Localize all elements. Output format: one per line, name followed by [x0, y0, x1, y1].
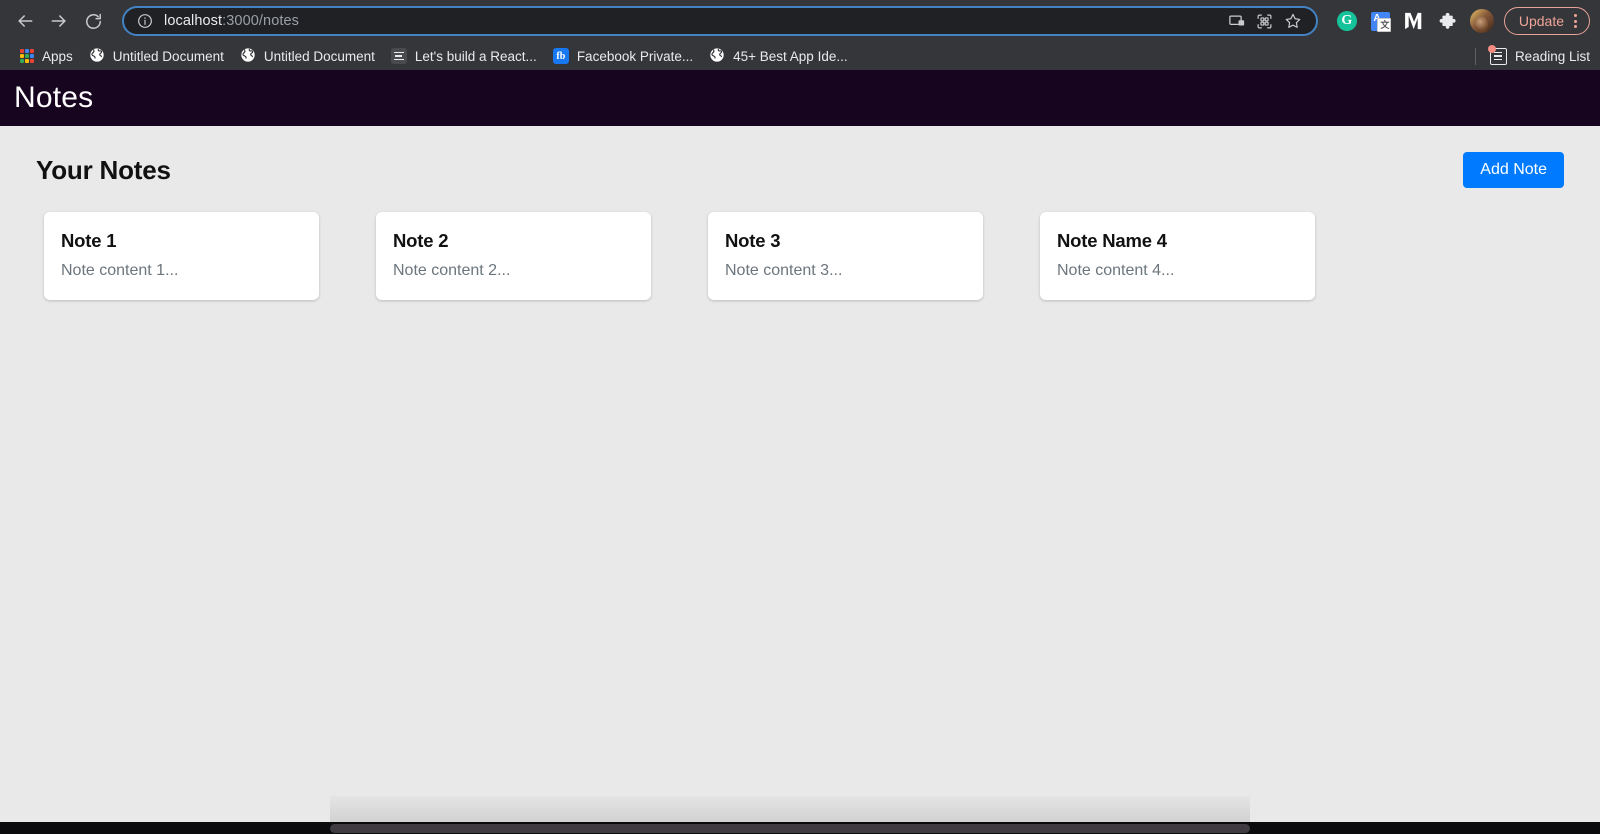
scrollbar-thumb[interactable] [330, 824, 1250, 833]
browser-window: localhost:3000/notes [0, 0, 1600, 834]
chrome-menu-icon[interactable] [1570, 14, 1581, 28]
apps-grid-icon [20, 49, 34, 63]
globe-icon [709, 47, 725, 66]
bookmark-label: Untitled Document [113, 49, 224, 64]
note-card[interactable]: Note 1 Note content 1... [44, 212, 319, 300]
note-title: Note 1 [61, 230, 302, 252]
facebook-icon: fb [553, 48, 569, 64]
app-title: Notes [14, 81, 93, 115]
note-title: Note Name 4 [1057, 230, 1298, 252]
info-circle-icon[interactable] [136, 12, 154, 30]
reload-icon [84, 12, 103, 31]
page-header-row: Your Notes Add Note [36, 148, 1564, 192]
arrow-right-icon [49, 11, 69, 31]
avatar[interactable] [1470, 9, 1494, 33]
reading-list-badge [1488, 45, 1496, 53]
note-card[interactable]: Note 2 Note content 2... [376, 212, 651, 300]
gtranslate-glyph: 文A [1371, 12, 1390, 31]
bookmark-item-lets-build-a-react[interactable]: Let's build a React... [383, 45, 545, 67]
arrow-left-icon [15, 11, 35, 31]
cast-icon[interactable] [1224, 8, 1250, 34]
bookmarks-bar: Apps Untitled Document Untitled Docu [0, 42, 1600, 70]
extensions-puzzle-icon[interactable] [1434, 6, 1464, 36]
note-title: Note 3 [725, 230, 966, 252]
app-header: Notes [0, 70, 1600, 126]
bookmark-item-untitled-document-2[interactable]: Untitled Document [232, 44, 383, 69]
puzzle-glyph [1439, 11, 1459, 31]
reading-list-icon [1490, 48, 1507, 65]
bookmark-label: Apps [42, 49, 73, 64]
medium-glyph [1404, 12, 1426, 30]
add-note-button[interactable]: Add Note [1463, 152, 1564, 188]
bookmark-label: Let's build a React... [415, 49, 537, 64]
bookmark-item-apps[interactable]: Apps [12, 46, 81, 67]
reading-list-label: Reading List [1515, 49, 1590, 64]
address-bar[interactable]: localhost:3000/notes [122, 6, 1318, 36]
url-host: localhost [164, 13, 222, 29]
bookmark-star-icon[interactable] [1280, 8, 1306, 34]
note-content: Note content 3... [725, 262, 966, 280]
page-bottom-shadow [330, 796, 1250, 822]
url-text: localhost:3000/notes [164, 13, 1218, 29]
medium-extension-icon[interactable] [1400, 6, 1430, 36]
bookmark-item-45-best-app-ideas[interactable]: 45+ Best App Ide... [701, 44, 855, 69]
grammarly-glyph: G [1337, 11, 1357, 31]
page-viewport: Notes Your Notes Add Note Note 1 Note co… [0, 70, 1600, 834]
grammarly-extension-icon[interactable]: G [1332, 6, 1362, 36]
note-content: Note content 4... [1057, 262, 1298, 280]
reload-button[interactable] [76, 4, 110, 38]
note-card[interactable]: Note 3 Note content 3... [708, 212, 983, 300]
gtranslate-sub-glyph: 文 [1380, 18, 1389, 31]
bookmark-label: Untitled Document [264, 49, 375, 64]
notes-list: Note 1 Note content 1... Note 2 Note con… [36, 212, 1564, 300]
page-content: Your Notes Add Note Note 1 Note content … [0, 126, 1600, 300]
note-title: Note 2 [393, 230, 634, 252]
bookmark-label: 45+ Best App Ide... [733, 49, 847, 64]
forward-button[interactable] [42, 4, 76, 38]
horizontal-scrollbar[interactable] [0, 822, 1600, 834]
back-button[interactable] [8, 4, 42, 38]
update-button[interactable]: Update [1504, 7, 1590, 35]
globe-icon [89, 47, 105, 66]
page-title: Your Notes [36, 155, 171, 186]
note-content: Note content 2... [393, 262, 634, 280]
qr-code-icon[interactable] [1252, 8, 1278, 34]
bookmark-item-untitled-document-1[interactable]: Untitled Document [81, 44, 232, 69]
reading-list-button[interactable]: Reading List [1475, 48, 1590, 65]
browser-toolbar: localhost:3000/notes [0, 0, 1600, 42]
article-icon [391, 48, 407, 64]
bookmark-item-facebook-private[interactable]: fb Facebook Private... [545, 45, 701, 67]
url-path: :3000/notes [222, 13, 299, 29]
globe-icon [240, 47, 256, 66]
note-content: Note content 1... [61, 262, 302, 280]
omnibox-actions [1224, 8, 1306, 34]
update-button-label: Update [1519, 13, 1564, 29]
bookmark-label: Facebook Private... [577, 49, 693, 64]
google-translate-extension-icon[interactable]: 文A [1366, 6, 1396, 36]
note-card[interactable]: Note Name 4 Note content 4... [1040, 212, 1315, 300]
